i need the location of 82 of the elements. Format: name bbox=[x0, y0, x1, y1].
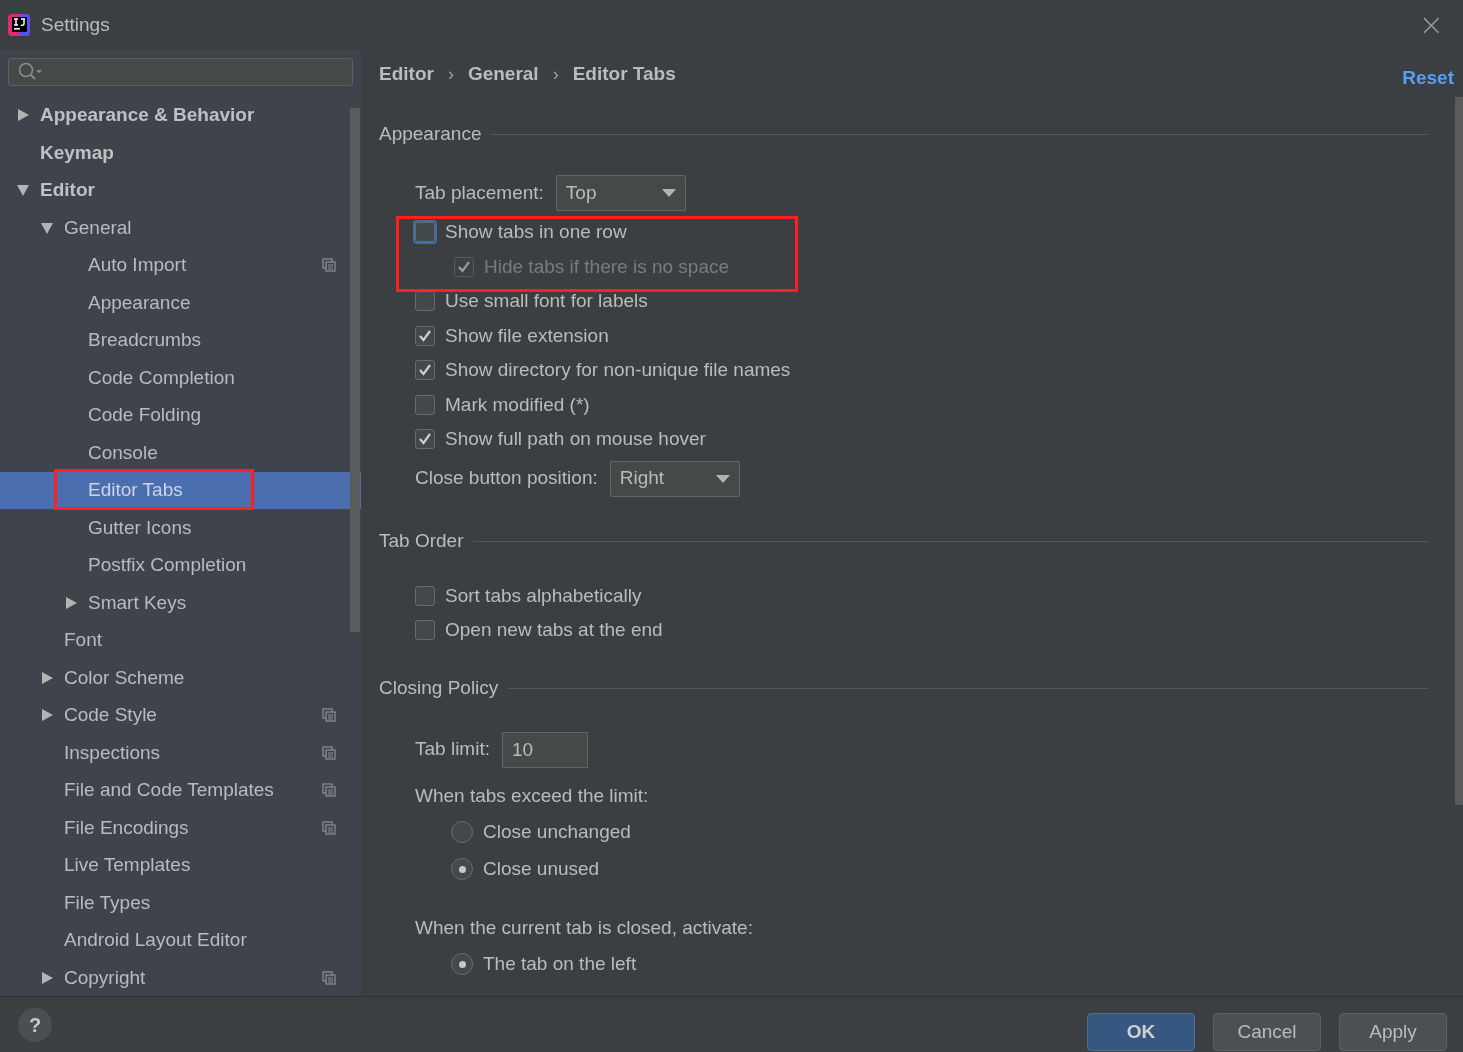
search-field[interactable] bbox=[8, 58, 353, 86]
tree-item[interactable]: Smart Keys bbox=[0, 584, 361, 622]
group-label: When tabs exceed the limit: bbox=[414, 784, 650, 809]
dialog-button[interactable]: Cancel bbox=[1213, 1013, 1321, 1051]
expanded-arrow-icon[interactable] bbox=[16, 183, 30, 198]
tree-item[interactable]: Appearance & Behavior bbox=[0, 96, 361, 134]
radio-label: Close unchanged bbox=[483, 819, 631, 844]
dropdown[interactable]: Top bbox=[555, 175, 686, 211]
tree-item[interactable]: File Types bbox=[0, 884, 361, 922]
checkbox-label: Show file extension bbox=[445, 323, 609, 348]
group-label: When the current tab is closed, activate: bbox=[414, 916, 754, 941]
app-logo-icon bbox=[7, 13, 31, 37]
checkbox-label: Hide tabs if there is no space bbox=[484, 254, 730, 279]
tree-item[interactable]: Code Completion bbox=[0, 359, 361, 397]
checkbox[interactable] bbox=[415, 325, 435, 346]
dropdown-arrow-icon bbox=[661, 189, 676, 197]
dropdown-arrow-icon bbox=[715, 474, 730, 483]
checkbox-label: Open new tabs at the end bbox=[445, 618, 663, 642]
tree-item[interactable]: Color Scheme bbox=[0, 659, 361, 697]
tree-item[interactable]: Android Layout Editor bbox=[0, 921, 361, 959]
tree-item[interactable]: Copyright bbox=[0, 959, 361, 997]
collapsed-arrow-icon[interactable] bbox=[40, 708, 54, 723]
tree-item[interactable]: Console bbox=[0, 434, 361, 472]
tree-item[interactable]: Breadcrumbs bbox=[0, 321, 361, 359]
checkbox[interactable] bbox=[415, 585, 435, 606]
breadcrumb-item[interactable]: Editor bbox=[379, 59, 434, 89]
checkbox-label: Sort tabs alphabetically bbox=[445, 583, 642, 608]
breadcrumb-separator: › bbox=[447, 62, 454, 86]
tree-item[interactable]: Appearance bbox=[0, 284, 361, 322]
tree-item[interactable]: File and Code Templates bbox=[0, 771, 361, 809]
checkbox[interactable] bbox=[415, 291, 435, 312]
window-title: Settings bbox=[41, 12, 110, 37]
dialog-button[interactable]: Apply bbox=[1339, 1013, 1447, 1051]
radio-button[interactable] bbox=[451, 953, 473, 975]
checkbox[interactable] bbox=[415, 429, 435, 450]
checkbox-label: Mark modified (*) bbox=[445, 392, 590, 417]
tree-item[interactable]: Gutter Icons bbox=[0, 509, 361, 547]
tree-item[interactable]: File Encodings bbox=[0, 809, 361, 847]
breadcrumb-separator: › bbox=[552, 62, 559, 86]
checkbox[interactable] bbox=[415, 360, 435, 381]
tree-item[interactable]: Editor Tabs bbox=[0, 471, 361, 509]
tree-item[interactable]: Code Folding bbox=[0, 396, 361, 434]
expanded-arrow-icon[interactable] bbox=[40, 220, 54, 235]
checkbox-label: Show tabs in one row bbox=[445, 220, 627, 244]
ok-button[interactable]: OK bbox=[1087, 1013, 1195, 1051]
radio-button[interactable] bbox=[451, 858, 473, 880]
radio-label: Close unused bbox=[483, 856, 600, 881]
collapsed-arrow-icon[interactable] bbox=[40, 670, 54, 685]
tree-item[interactable]: Font bbox=[0, 621, 361, 659]
tab-limit-field[interactable]: 10 bbox=[501, 731, 588, 768]
breadcrumb-item[interactable]: General bbox=[467, 59, 539, 89]
checkbox[interactable] bbox=[415, 394, 435, 415]
collapsed-arrow-icon[interactable] bbox=[16, 108, 30, 123]
tree-item[interactable]: Live Templates bbox=[0, 846, 361, 884]
checkbox-label: Show directory for non-unique file names bbox=[445, 358, 791, 382]
tree-item[interactable]: General bbox=[0, 209, 361, 247]
collapsed-arrow-icon[interactable] bbox=[64, 595, 78, 610]
reset-link[interactable]: Reset bbox=[1402, 63, 1454, 93]
tree-item[interactable]: Editor bbox=[0, 171, 361, 209]
tree-item[interactable]: Code Style bbox=[0, 696, 361, 734]
scrollbar-thumb[interactable] bbox=[350, 108, 360, 632]
collapsed-arrow-icon[interactable] bbox=[40, 970, 54, 985]
field-label: Tab placement: bbox=[415, 180, 544, 205]
section-title: Closing Policy bbox=[379, 676, 499, 701]
breadcrumb-item[interactable]: Editor Tabs bbox=[572, 59, 676, 89]
radio-button[interactable] bbox=[451, 821, 473, 843]
tree-item[interactable]: Keymap bbox=[0, 134, 361, 172]
section-title: Tab Order bbox=[379, 529, 464, 554]
close-button[interactable]: × bbox=[1418, 10, 1444, 40]
section-title: Appearance bbox=[379, 121, 482, 146]
tree-item[interactable]: Inspections bbox=[0, 734, 361, 772]
radio-label: The tab on the left bbox=[483, 951, 637, 976]
checkbox-label: Show full path on mouse hover bbox=[445, 427, 706, 451]
scrollbar-thumb[interactable] bbox=[1455, 97, 1463, 805]
checkbox[interactable] bbox=[415, 620, 435, 641]
tree-item[interactable]: Postfix Completion bbox=[0, 546, 361, 584]
field-label: Tab limit: bbox=[415, 737, 490, 762]
tree-item[interactable]: Auto Import bbox=[0, 246, 361, 284]
checkbox-label: Use small font for labels bbox=[445, 289, 648, 313]
help-button[interactable]: ? bbox=[18, 1007, 52, 1042]
field-label: Close button position: bbox=[415, 466, 598, 491]
dropdown[interactable]: Right bbox=[609, 460, 740, 497]
